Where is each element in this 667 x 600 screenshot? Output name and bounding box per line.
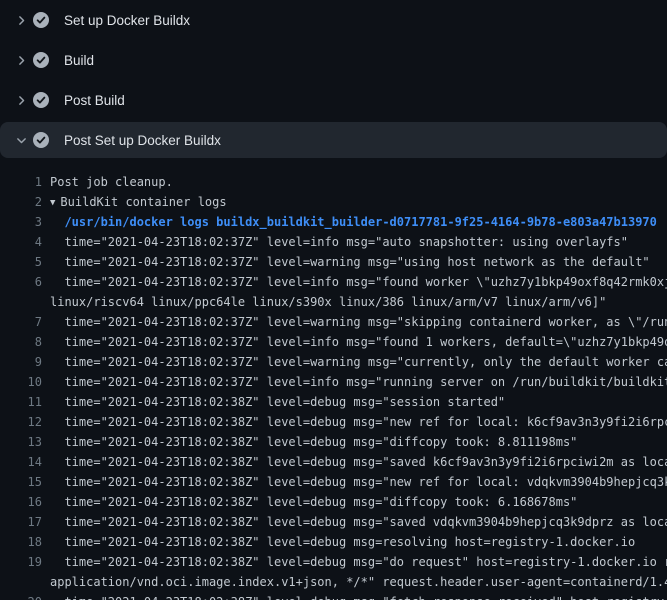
log-line-number[interactable]: 3	[0, 212, 42, 232]
log-line: 18 time="2021-04-23T18:02:38Z" level=deb…	[0, 532, 667, 552]
log-line-number[interactable]: 14	[0, 452, 42, 472]
log-line-text: time="2021-04-23T18:02:37Z" level=info m…	[42, 332, 667, 352]
log-line-number	[0, 572, 42, 592]
log-line: 9 time="2021-04-23T18:02:37Z" level=warn…	[0, 352, 667, 372]
log-line-text: Post job cleanup.	[42, 172, 667, 192]
log-line: 1Post job cleanup.	[0, 172, 667, 192]
log-group-label: BuildKit container logs	[60, 195, 226, 209]
log-line-number[interactable]: 16	[0, 492, 42, 512]
log-line-text: time="2021-04-23T18:02:38Z" level=debug …	[42, 432, 667, 452]
log-line-number[interactable]: 15	[0, 472, 42, 492]
log-line: 3 /usr/bin/docker logs buildx_buildkit_b…	[0, 212, 667, 232]
log-line-number[interactable]: 4	[0, 232, 42, 252]
log-line-text: time="2021-04-23T18:02:37Z" level=info m…	[42, 272, 667, 292]
log-line-continuation: linux/riscv64 linux/ppc64le linux/s390x …	[0, 292, 667, 312]
log-line: 13 time="2021-04-23T18:02:38Z" level=deb…	[0, 432, 667, 452]
log-line: 12 time="2021-04-23T18:02:38Z" level=deb…	[0, 412, 667, 432]
group-expander-icon[interactable]: ▼	[50, 193, 55, 212]
chevron-right-icon[interactable]	[14, 53, 28, 67]
log-line-text: time="2021-04-23T18:02:38Z" level=debug …	[42, 492, 667, 512]
log-line-number[interactable]: 19	[0, 552, 42, 572]
log-line: 15 time="2021-04-23T18:02:38Z" level=deb…	[0, 472, 667, 492]
log-line-number	[0, 292, 42, 312]
step-title: Set up Docker Buildx	[64, 13, 190, 28]
log-line: 14 time="2021-04-23T18:02:38Z" level=deb…	[0, 452, 667, 472]
chevron-right-icon[interactable]	[14, 93, 28, 107]
log-line: 11 time="2021-04-23T18:02:38Z" level=deb…	[0, 392, 667, 412]
log-line-number[interactable]: 1	[0, 172, 42, 192]
log-line-number[interactable]: 12	[0, 412, 42, 432]
log-line: 10 time="2021-04-23T18:02:37Z" level=inf…	[0, 372, 667, 392]
log-group-toggle[interactable]: ▼ BuildKit container logs	[42, 192, 667, 212]
step-row-set-up-docker-buildx[interactable]: Set up Docker Buildx	[0, 0, 667, 40]
chevron-down-icon[interactable]	[14, 133, 28, 147]
log-line: 5 time="2021-04-23T18:02:37Z" level=warn…	[0, 252, 667, 272]
log-line: 4 time="2021-04-23T18:02:37Z" level=info…	[0, 232, 667, 252]
step-title: Post Set up Docker Buildx	[64, 133, 221, 148]
log-line-text: time="2021-04-23T18:02:37Z" level=warnin…	[42, 312, 667, 332]
log-line: 20 time="2021-04-23T18:02:38Z" level=deb…	[0, 592, 667, 600]
log-line-text: time="2021-04-23T18:02:38Z" level=debug …	[42, 552, 667, 572]
log-area: 1Post job cleanup.2 ▼ BuildKit container l…	[0, 160, 667, 600]
check-circle-icon	[33, 132, 49, 148]
log-line-number[interactable]: 11	[0, 392, 42, 412]
log-line-text: time="2021-04-23T18:02:38Z" level=debug …	[42, 392, 667, 412]
log-line-text: time="2021-04-23T18:02:37Z" level=info m…	[42, 232, 667, 252]
chevron-right-icon[interactable]	[14, 13, 28, 27]
log-line-number[interactable]: 7	[0, 312, 42, 332]
log-line-text: time="2021-04-23T18:02:38Z" level=debug …	[42, 472, 667, 492]
log-line-text: application/vnd.oci.image.index.v1+json,…	[42, 572, 667, 592]
step-title: Post Build	[64, 93, 125, 108]
log-line: 2 ▼ BuildKit container logs	[0, 192, 667, 212]
log-line-text: time="2021-04-23T18:02:38Z" level=debug …	[42, 452, 667, 472]
log-line-number[interactable]: 20	[0, 592, 42, 600]
log-line: 17 time="2021-04-23T18:02:38Z" level=deb…	[0, 512, 667, 532]
log-line-number[interactable]: 2	[0, 192, 42, 212]
log-line: 8 time="2021-04-23T18:02:37Z" level=info…	[0, 332, 667, 352]
log-line-text: time="2021-04-23T18:02:38Z" level=debug …	[42, 512, 667, 532]
log-line: 7 time="2021-04-23T18:02:37Z" level=warn…	[0, 312, 667, 332]
log-line-text: time="2021-04-23T18:02:38Z" level=debug …	[42, 532, 667, 552]
log-line-number[interactable]: 6	[0, 272, 42, 292]
log-line-text: time="2021-04-23T18:02:37Z" level=warnin…	[42, 352, 667, 372]
step-row-post-build[interactable]: Post Build	[0, 80, 667, 120]
step-list: Set up Docker Buildx Build Post Build Post …	[0, 0, 667, 158]
log-line-number[interactable]: 13	[0, 432, 42, 452]
step-row-build[interactable]: Build	[0, 40, 667, 80]
log-line-number[interactable]: 17	[0, 512, 42, 532]
check-circle-icon	[33, 52, 49, 68]
log-command-text: /usr/bin/docker logs buildx_buildkit_bui…	[42, 212, 667, 232]
log-line-number[interactable]: 8	[0, 332, 42, 352]
log-line-text: time="2021-04-23T18:02:37Z" level=warnin…	[42, 252, 667, 272]
log-line: 6 time="2021-04-23T18:02:37Z" level=info…	[0, 272, 667, 292]
step-title: Build	[64, 53, 94, 68]
log-line-text: time="2021-04-23T18:02:38Z" level=debug …	[42, 592, 667, 600]
log-line: 19 time="2021-04-23T18:02:38Z" level=deb…	[0, 552, 667, 572]
step-row-post-set-up-docker-buildx[interactable]: Post Set up Docker Buildx	[0, 122, 667, 158]
log-line-text: time="2021-04-23T18:02:38Z" level=debug …	[42, 412, 667, 432]
check-circle-icon	[33, 12, 49, 28]
log-line-number[interactable]: 5	[0, 252, 42, 272]
log-line-number[interactable]: 18	[0, 532, 42, 552]
log-line-continuation: application/vnd.oci.image.index.v1+json,…	[0, 572, 667, 592]
check-circle-icon	[33, 92, 49, 108]
log-line-text: time="2021-04-23T18:02:37Z" level=info m…	[42, 372, 667, 392]
log-line: 16 time="2021-04-23T18:02:38Z" level=deb…	[0, 492, 667, 512]
log-line-number[interactable]: 9	[0, 352, 42, 372]
log-line-text: linux/riscv64 linux/ppc64le linux/s390x …	[42, 292, 667, 312]
actions-log-viewer: Set up Docker Buildx Build Post Build Post …	[0, 0, 667, 600]
log-line-number[interactable]: 10	[0, 372, 42, 392]
